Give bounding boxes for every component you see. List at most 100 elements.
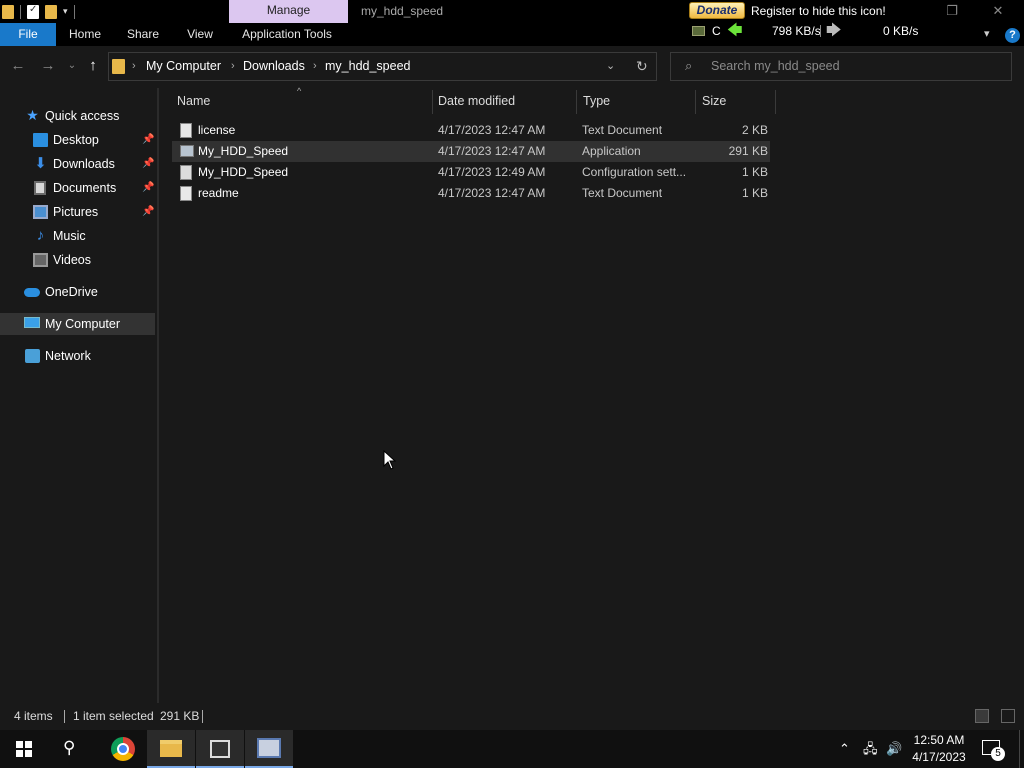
selection-count: 1 item selected — [73, 709, 154, 723]
new-folder-icon[interactable] — [45, 4, 57, 19]
folder-icon — [2, 4, 14, 19]
forward-arrow-icon[interactable]: → — [38, 56, 58, 76]
volume-icon[interactable]: 🔊 — [886, 730, 902, 768]
column-header-date[interactable]: Date modified — [438, 88, 515, 115]
ribbon: File Home Share View Application Tools C… — [0, 23, 1024, 46]
donate-button[interactable]: Donate — [689, 2, 745, 19]
file-date: 4/17/2023 12:47 AM — [438, 144, 546, 158]
restore-button[interactable]: ❐ — [932, 0, 972, 23]
recent-locations-chevron-icon[interactable]: ⌄ — [62, 56, 82, 76]
text-file-icon — [180, 186, 192, 201]
breadcrumb-downloads[interactable]: Downloads — [243, 53, 305, 80]
breadcrumb-separator-icon[interactable]: › — [231, 53, 235, 80]
nav-videos[interactable]: Videos — [0, 249, 155, 271]
column-divider[interactable] — [576, 90, 577, 114]
drive-letter: C — [712, 24, 721, 38]
status-divider — [202, 710, 203, 723]
address-bar[interactable]: › My Computer › Downloads › my_hdd_speed… — [108, 52, 657, 81]
details-view-icon[interactable] — [975, 709, 989, 723]
breadcrumb-my-hdd-speed[interactable]: my_hdd_speed — [325, 53, 410, 80]
breadcrumb-my-computer[interactable]: My Computer — [146, 53, 221, 80]
back-arrow-icon[interactable]: ← — [8, 56, 28, 76]
show-hidden-icons-chevron-icon[interactable]: ⌃ — [839, 730, 850, 768]
file-row[interactable]: license 4/17/2023 12:47 AM Text Document… — [172, 120, 770, 141]
taskbar-search-button[interactable]: ⚲ — [48, 730, 96, 768]
nav-downloads[interactable]: ⬇ Downloads 📌 — [0, 153, 155, 175]
pin-icon[interactable]: 📌 — [142, 177, 154, 199]
taskbar-hdd-speed-app[interactable] — [245, 730, 293, 768]
up-arrow-icon[interactable]: ↑ — [83, 56, 103, 76]
tab-home[interactable]: Home — [62, 23, 108, 46]
file-type: Text Document — [582, 186, 663, 200]
nav-music[interactable]: ♪ Music — [0, 225, 155, 247]
help-icon[interactable]: ? — [1005, 28, 1020, 43]
column-header-name[interactable]: Name — [177, 88, 210, 115]
column-divider[interactable] — [432, 90, 433, 114]
taskbar-media-app[interactable] — [196, 730, 244, 768]
manage-contextual-tab[interactable]: Manage — [229, 0, 348, 23]
breadcrumb-separator-icon[interactable]: › — [132, 53, 136, 80]
large-icons-view-icon[interactable] — [1001, 709, 1015, 723]
start-button[interactable] — [0, 730, 48, 768]
file-name: My_HDD_Speed — [198, 144, 289, 158]
taskbar-chrome[interactable] — [98, 730, 146, 768]
customize-toolbar-chevron-icon[interactable]: ▾ — [63, 6, 68, 17]
show-desktop-button[interactable] — [1019, 730, 1024, 768]
file-row[interactable]: My_HDD_Speed 4/17/2023 12:49 AM Configur… — [172, 162, 770, 183]
file-date: 4/17/2023 12:47 AM — [438, 123, 546, 137]
column-header-size[interactable]: Size — [702, 88, 726, 115]
clock-time: 12:50 AM — [913, 733, 965, 747]
nav-documents[interactable]: Documents 📌 — [0, 177, 155, 199]
nav-desktop[interactable]: Desktop 📌 — [0, 129, 155, 151]
properties-icon[interactable] — [27, 4, 39, 19]
system-clock[interactable]: 12:50 AM 4/17/2023 — [905, 732, 973, 766]
folder-icon — [112, 59, 125, 74]
pin-icon[interactable]: 📌 — [142, 201, 154, 223]
pin-icon[interactable]: 📌 — [142, 129, 154, 151]
windows-icon — [16, 741, 32, 757]
address-history-chevron-icon[interactable]: ⌄ — [606, 53, 615, 80]
drive-icon — [692, 26, 705, 36]
file-name: license — [198, 123, 236, 137]
text-file-icon — [180, 123, 192, 138]
nav-label: Documents — [53, 181, 117, 195]
nav-label: Videos — [53, 253, 91, 267]
tab-file[interactable]: File — [0, 23, 56, 46]
column-divider[interactable] — [775, 90, 776, 114]
search-input[interactable]: Search my_hdd_speed — [711, 53, 840, 80]
taskbar-file-explorer[interactable] — [147, 730, 195, 768]
file-list: ^ Name Date modified Type Size license 4… — [159, 86, 1024, 703]
search-box[interactable]: ⌕ Search my_hdd_speed — [670, 52, 1012, 81]
nav-pictures[interactable]: Pictures 📌 — [0, 201, 155, 223]
film-icon — [210, 740, 230, 758]
application-icon — [180, 145, 194, 157]
search-icon: ⚲ — [63, 738, 76, 757]
breadcrumb-separator-icon[interactable]: › — [313, 53, 317, 80]
pin-icon[interactable]: 📌 — [142, 153, 154, 175]
nav-my-computer[interactable]: My Computer — [0, 313, 155, 335]
clock-date: 4/17/2023 — [912, 750, 966, 764]
register-notice[interactable]: Register to hide this icon! — [751, 0, 886, 23]
application-icon — [257, 738, 281, 758]
tab-application-tools[interactable]: Application Tools — [234, 23, 340, 46]
selection-size: 291 KB — [160, 709, 200, 723]
column-divider[interactable] — [695, 90, 696, 114]
nav-label: Desktop — [53, 133, 99, 147]
expand-ribbon-chevron-icon[interactable]: ▾ — [984, 27, 990, 40]
file-name: My_HDD_Speed — [198, 165, 289, 179]
window-title: my_hdd_speed — [361, 4, 444, 18]
column-header-type[interactable]: Type — [583, 88, 610, 115]
nav-quick-access[interactable]: ★ Quick access — [0, 105, 155, 127]
close-button[interactable]: ✕ — [978, 0, 1018, 23]
tab-view[interactable]: View — [178, 23, 222, 46]
network-tray-icon[interactable]: 🖧 — [863, 730, 878, 768]
refresh-icon[interactable]: ↻ — [636, 53, 648, 80]
nav-onedrive[interactable]: OneDrive — [0, 281, 155, 303]
music-icon: ♪ — [36, 227, 45, 244]
file-row[interactable]: My_HDD_Speed 4/17/2023 12:47 AM Applicat… — [172, 141, 770, 162]
tab-share[interactable]: Share — [120, 23, 166, 46]
nav-network[interactable]: Network — [0, 345, 155, 367]
videos-icon — [33, 253, 48, 267]
file-row[interactable]: readme 4/17/2023 12:47 AM Text Document … — [172, 183, 770, 204]
computer-icon — [24, 317, 40, 328]
